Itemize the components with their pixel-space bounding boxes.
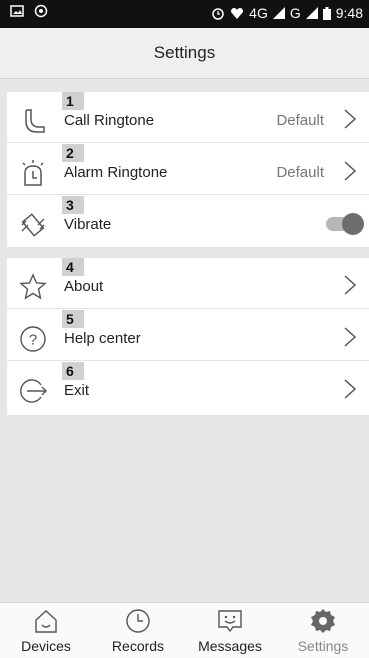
- chevron-right-icon: [344, 161, 357, 181]
- alarm-ringtone-value: Default: [276, 164, 324, 181]
- alarm-ringtone-label: Alarm Ringtone: [64, 164, 168, 181]
- tab-messages[interactable]: Messages: [184, 603, 276, 658]
- heart-status-icon: [231, 7, 244, 19]
- annotation-badge-4: 4: [62, 258, 84, 276]
- signal-icon-2: [305, 7, 318, 19]
- row-divider: [7, 308, 369, 309]
- status-time: 9:48: [335, 5, 363, 21]
- signal-icon: [272, 7, 285, 19]
- chevron-right-icon: [344, 379, 357, 399]
- chevron-right-icon: [344, 109, 357, 129]
- tab-settings[interactable]: Settings: [277, 603, 369, 658]
- exit-row[interactable]: 6 Exit: [7, 362, 369, 413]
- annotation-badge-1: 1: [62, 92, 84, 110]
- alarm-status-icon: [212, 8, 224, 20]
- alarm-ringtone-row[interactable]: 2 Alarm Ringtone Default: [7, 144, 369, 195]
- chevron-right-icon: [344, 275, 357, 295]
- phone-icon: [25, 109, 45, 133]
- tab-records-label: Records: [111, 638, 165, 654]
- exit-icon: [20, 379, 47, 403]
- exit-label: Exit: [64, 382, 90, 399]
- bottom-tab-bar: Devices Records Messages Settings: [0, 602, 369, 658]
- message-icon: [218, 610, 242, 633]
- call-ringtone-label: Call Ringtone: [64, 112, 155, 129]
- help-center-label: Help center: [64, 330, 141, 347]
- alarm-clock-icon: [22, 160, 44, 186]
- sync-notification-icon: [34, 4, 48, 18]
- row-divider: [7, 360, 369, 361]
- call-ringtone-value: Default: [276, 112, 324, 129]
- call-ringtone-row[interactable]: 1 Call Ringtone Default: [7, 92, 369, 143]
- tab-settings-label: Settings: [297, 638, 349, 654]
- settings-group-sound: 1 Call Ringtone Default 2 Alarm Ringtone…: [7, 92, 369, 247]
- page-title: Settings: [0, 28, 369, 79]
- vibrate-label: Vibrate: [64, 216, 112, 233]
- gear-icon: [311, 609, 335, 633]
- svg-text:?: ?: [29, 332, 37, 349]
- annotation-badge-6: 6: [62, 362, 84, 380]
- about-row[interactable]: 4 About: [7, 258, 369, 309]
- network-type-1: 4G: [249, 5, 268, 21]
- network-type-2: G: [289, 5, 301, 21]
- vibrate-icon: [21, 213, 45, 237]
- vibrate-toggle[interactable]: [326, 213, 364, 235]
- help-center-row[interactable]: 5 ? Help center: [7, 310, 369, 361]
- home-icon: [35, 610, 57, 633]
- annotation-badge-3: 3: [62, 196, 84, 214]
- row-divider: [7, 142, 369, 143]
- status-bar: 4G G 9:48: [0, 0, 369, 28]
- battery-icon: [322, 6, 331, 20]
- toggle-thumb: [342, 213, 364, 235]
- tab-records[interactable]: Records: [92, 603, 184, 658]
- question-icon: ?: [20, 326, 46, 352]
- chevron-right-icon: [344, 327, 357, 347]
- tab-messages-label: Messages: [198, 638, 262, 654]
- tab-devices[interactable]: Devices: [0, 603, 92, 658]
- annotation-badge-5: 5: [62, 310, 84, 328]
- star-icon: [19, 273, 47, 300]
- row-divider: [7, 194, 369, 195]
- clock-icon: [126, 609, 150, 633]
- tab-devices-label: Devices: [21, 638, 71, 654]
- settings-group-info: 4 About 5 ? Help center 6 Exit: [7, 258, 369, 415]
- vibrate-row: 3 Vibrate: [7, 196, 369, 247]
- image-notification-icon: [10, 5, 24, 17]
- annotation-badge-2: 2: [62, 144, 84, 162]
- about-label: About: [64, 278, 104, 295]
